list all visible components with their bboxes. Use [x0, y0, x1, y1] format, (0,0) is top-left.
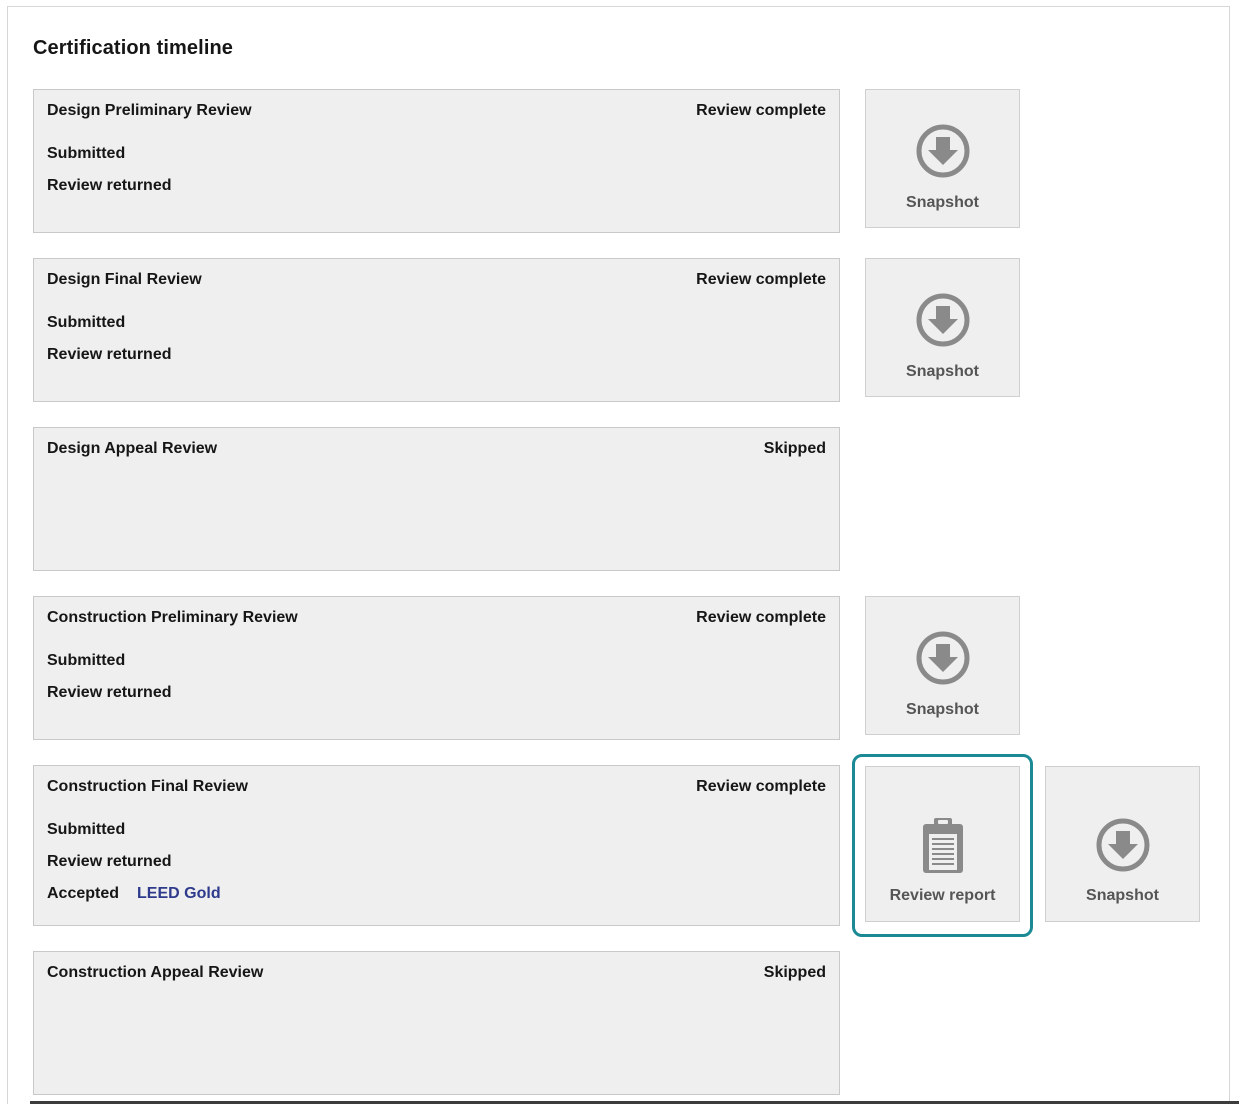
stage-line-review-returned: Review returned: [47, 684, 172, 701]
snapshot-label: Snapshot: [906, 701, 979, 718]
stage-line-submitted: Submitted: [47, 821, 126, 838]
stage-card-design-final: Design Final Review Review complete Subm…: [33, 258, 840, 402]
stage-card-construction-final: Construction Final Review Review complet…: [33, 765, 840, 926]
certification-level-link[interactable]: LEED Gold: [137, 885, 221, 902]
download-circle-icon: [1096, 818, 1149, 872]
stage-name: Design Final Review: [47, 271, 202, 288]
snapshot-button[interactable]: Snapshot: [1045, 766, 1200, 922]
stage-name: Construction Appeal Review: [47, 964, 264, 981]
review-report-button[interactable]: Review report: [865, 766, 1020, 922]
snapshot-button[interactable]: Snapshot: [865, 89, 1020, 228]
download-circle-icon: [916, 293, 969, 347]
review-report-label: Review report: [889, 887, 996, 904]
stage-name: Design Preliminary Review: [47, 102, 252, 119]
stage-name: Construction Preliminary Review: [47, 609, 298, 626]
stage-line-review-returned: Review returned: [47, 853, 172, 870]
stage-line-submitted: Submitted: [47, 314, 126, 331]
stage-line-submitted: Submitted: [47, 145, 126, 162]
stage-line-review-returned: Review returned: [47, 346, 172, 363]
stage-card-construction-appeal: Construction Appeal Review Skipped: [33, 951, 840, 1095]
stage-name: Construction Final Review: [47, 778, 248, 795]
stage-line-submitted: Submitted: [47, 652, 126, 669]
stage-status: Review complete: [696, 778, 826, 795]
stage-card-design-preliminary: Design Preliminary Review Review complet…: [33, 89, 840, 233]
stage-line-review-returned: Review returned: [47, 177, 172, 194]
download-circle-icon: [916, 631, 969, 685]
stage-name: Design Appeal Review: [47, 440, 218, 457]
snapshot-label: Snapshot: [906, 363, 979, 380]
stage-status: Skipped: [763, 440, 826, 457]
snapshot-label: Snapshot: [1086, 887, 1159, 904]
download-circle-icon: [916, 124, 969, 178]
snapshot-label: Snapshot: [906, 194, 979, 211]
stage-status: Skipped: [763, 964, 826, 981]
stage-card-design-appeal: Design Appeal Review Skipped: [33, 427, 840, 571]
snapshot-button[interactable]: Snapshot: [865, 258, 1020, 397]
snapshot-button[interactable]: Snapshot: [865, 596, 1020, 735]
page-title: Certification timeline: [33, 37, 234, 59]
stage-card-construction-preliminary: Construction Preliminary Review Review c…: [33, 596, 840, 740]
stage-status: Review complete: [696, 609, 826, 626]
clipboard-icon: [922, 818, 963, 873]
stage-line-accepted: Accepted LEED Gold: [47, 885, 221, 903]
stage-status: Review complete: [696, 102, 826, 119]
accepted-label: Accepted: [47, 885, 120, 902]
stage-status: Review complete: [696, 271, 826, 288]
